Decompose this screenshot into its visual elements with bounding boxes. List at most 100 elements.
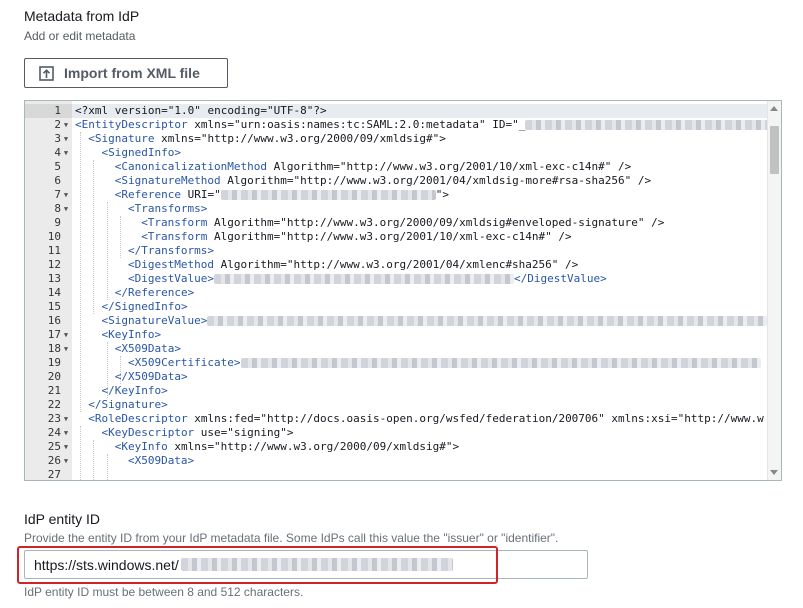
line-number: 27 (47, 468, 61, 481)
code-line[interactable]: 27 (25, 468, 769, 481)
code-line[interactable]: 8 ▼ <Transforms> (25, 202, 769, 216)
code-token: URI=" (180, 188, 221, 201)
fold-toggle-icon[interactable]: ▼ (61, 118, 71, 132)
code-line[interactable]: 25 ▼ <KeyInfo xmlns="http://www.w3.org/200… (25, 440, 769, 454)
import-xml-button[interactable]: Import from XML file (24, 58, 228, 88)
code-line[interactable]: 11 </Transforms> (25, 244, 769, 258)
redacted-value (240, 358, 761, 368)
code-line[interactable]: 6 <SignatureMethod Algorithm="http://www.… (25, 174, 769, 188)
code-line[interactable]: 2 ▼ <EntityDescriptor xmlns="urn:oasis:nam… (25, 118, 776, 132)
code-text: <KeyDescriptor use="signing"> (101, 426, 293, 440)
code-line[interactable]: 18 ▼ <X509Data> (25, 342, 769, 356)
code-line[interactable]: 21 </KeyInfo> (25, 384, 769, 398)
fold-toggle-icon[interactable]: ▼ (61, 412, 71, 426)
code-line[interactable]: 14 </Reference> (25, 286, 769, 300)
xml-code-editor[interactable]: 1 <?xml version="1.0" encoding="UTF-8"?> 2… (24, 100, 782, 481)
fold-toggle-icon[interactable]: ▼ (61, 342, 71, 356)
code-line[interactable]: 26 ▼ <X509Data> (25, 454, 769, 468)
entity-id-description: Provide the entity ID from your IdP meta… (24, 531, 559, 545)
code-line[interactable]: 24 ▼ <KeyDescriptor use="signing"> (25, 426, 769, 440)
code-token: </X509Data> (114, 370, 188, 383)
code-text: <EntityDescriptor xmlns="urn:oasis:names… (75, 118, 776, 132)
line-number: 19 (47, 356, 61, 369)
code-text: <SignedInfo> (101, 146, 180, 160)
code-text: </SignedInfo> (101, 300, 187, 314)
line-number: 15 (47, 300, 61, 313)
line-number: 12 (47, 258, 61, 271)
code-token: <KeyDescriptor (101, 426, 195, 439)
code-line[interactable]: 7 ▼ <Reference URI=" "> (25, 188, 769, 202)
editor-scrollbar[interactable] (767, 101, 781, 480)
fold-toggle-icon[interactable]: ▼ (61, 132, 71, 146)
code-token: <SignatureMethod (114, 174, 221, 187)
code-token: <DigestMethod (127, 258, 215, 271)
code-text: <DigestMethod Algorithm="http://www.w3.o… (128, 258, 578, 272)
code-token: <X509Data> (127, 454, 195, 467)
highlight-box (17, 546, 498, 584)
code-token: </DigestValue> (514, 272, 607, 285)
code-token: </Signature> (88, 398, 168, 411)
code-text: <X509Data> (128, 454, 194, 468)
fold-toggle-icon[interactable]: ▼ (61, 454, 71, 468)
code-line[interactable]: 15 </SignedInfo> (25, 300, 769, 314)
code-line[interactable]: 9 <Transform Algorithm="http://www.w3.org… (25, 216, 769, 230)
code-line[interactable]: 3 ▼ <Signature xmlns="http://www.w3.org/20… (25, 132, 769, 146)
line-number: 11 (47, 244, 61, 257)
code-token: Algorithm="http://www.w3.org/2001/10/xml… (207, 230, 572, 243)
code-line[interactable]: 16 <SignatureValue> (25, 314, 769, 328)
code-text: </Transforms> (128, 244, 214, 258)
code-text: <Transform Algorithm="http://www.w3.org/… (141, 230, 571, 244)
fold-toggle-icon[interactable]: ▼ (61, 328, 71, 342)
code-token: <?xml version="1.0" encoding="UTF-8"?> (75, 104, 327, 117)
redacted-value (220, 190, 436, 200)
scroll-up-arrow-icon[interactable] (770, 106, 778, 111)
code-token: <EntityDescriptor (75, 118, 188, 131)
code-line[interactable]: 13 <DigestValue> </DigestValue> (25, 272, 769, 286)
code-token: use="signing"> (194, 426, 294, 439)
code-token: xmlns:fed="http://docs.oasis-open.org/ws… (187, 412, 764, 425)
line-number: 13 (47, 272, 61, 285)
fold-toggle-icon[interactable]: ▼ (61, 440, 71, 454)
code-line[interactable]: 19 <X509Certificate> (25, 356, 769, 370)
code-token: Algorithm="http://www.w3.org/2000/09/xml… (207, 216, 665, 229)
code-line[interactable]: 5 <CanonicalizationMethod Algorithm="http… (25, 160, 769, 174)
section-description: Add or edit metadata (24, 29, 136, 43)
code-token: <Transform (141, 216, 208, 229)
entity-id-constraint: IdP entity ID must be between 8 and 512 … (24, 585, 304, 599)
code-token: <X509Data> (114, 342, 181, 355)
line-number: 14 (47, 286, 61, 299)
code-token: <KeyInfo> (101, 328, 162, 341)
scroll-down-arrow-icon[interactable] (770, 470, 778, 475)
code-line[interactable]: 4 ▼ <SignedInfo> (25, 146, 769, 160)
code-line[interactable]: 22 </Signature> (25, 398, 769, 412)
fold-toggle-icon[interactable]: ▼ (61, 426, 71, 440)
fold-toggle-icon[interactable]: ▼ (61, 188, 71, 202)
code-text: </X509Data> (115, 370, 188, 384)
line-number: 6 (54, 174, 61, 187)
redacted-value (525, 120, 776, 130)
code-line[interactable]: 17 ▼ <KeyInfo> (25, 328, 769, 342)
scrollbar-thumb[interactable] (770, 126, 779, 174)
code-line[interactable]: 12 <DigestMethod Algorithm="http://www.w3… (25, 258, 769, 272)
code-line[interactable]: 1 <?xml version="1.0" encoding="UTF-8"?> (25, 104, 769, 118)
code-token: Algorithm="http://www.w3.org/2001/04/xml… (214, 258, 579, 271)
code-token: <RoleDescriptor (88, 412, 188, 425)
fold-toggle-icon[interactable]: ▼ (61, 202, 71, 216)
code-line[interactable]: 20 </X509Data> (25, 370, 769, 384)
code-token: xmlns="http://www.w3.org/2000/09/xmldsig… (154, 132, 446, 145)
code-text: <Transform Algorithm="http://www.w3.org/… (141, 216, 664, 230)
code-token: </Reference> (114, 286, 195, 299)
code-token: Algorithm="http://www.w3.org/2001/04/xml… (220, 174, 652, 187)
code-token: <X509Certificate> (127, 356, 241, 369)
redacted-value (207, 316, 768, 326)
code-line[interactable]: 10 <Transform Algorithm="http://www.w3.or… (25, 230, 769, 244)
code-text: <RoleDescriptor xmlns:fed="http://docs.o… (88, 412, 764, 426)
code-text: <X509Certificate> (128, 356, 761, 370)
line-number: 5 (54, 160, 61, 173)
code-line[interactable]: 23 ▼ <RoleDescriptor xmlns:fed="http://doc… (25, 412, 769, 426)
code-token: <Transform (141, 230, 208, 243)
code-token: <SignedInfo> (101, 146, 181, 159)
code-token: </SignedInfo> (101, 300, 188, 313)
code-token: <KeyInfo (114, 440, 168, 453)
fold-toggle-icon[interactable]: ▼ (61, 146, 71, 160)
